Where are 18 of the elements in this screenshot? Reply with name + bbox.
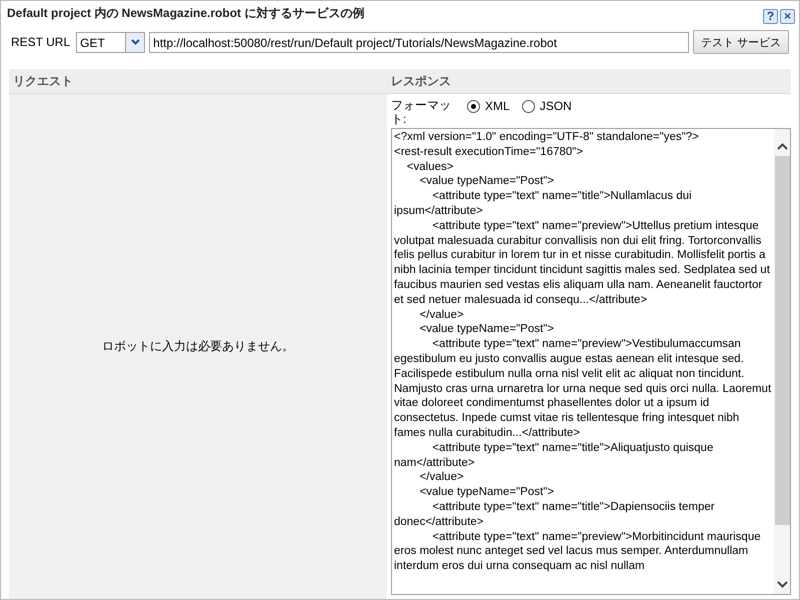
format-radio[interactable]: JSON — [522, 98, 572, 113]
response-header: レスポンス — [387, 69, 791, 94]
chevron-down-icon — [776, 581, 788, 588]
format-radio[interactable]: XML — [467, 98, 510, 113]
close-button[interactable]: × — [780, 8, 795, 24]
request-message: ロボットに入力は必要ありません。 — [102, 338, 294, 355]
url-field[interactable]: http://localhost:50080/rest/run/Default project/Tutorials/NewsMagazine.robot — [149, 32, 689, 52]
response-text: <?xml version="1.0" encoding="UTF-8" standalone="yes"?> <rest-result executionTime="16780"> <values> <value typeName="Post"> <attribute type="text" name="title">Nullamlacus dui ipsum</attribute> <attribute type="text" name="preview">Uttellus pretium intesque volutpat malesuada curabitur convallisis non dui elit fring. Tortorconvallis felis pellus curabitur in lorem tur in et nisse curabitudin. Mollisfelit portis a nibh lacinia temper tincidunt tincidunt sagittis males sed. Sedplatea sed ut faucibus maurien sed vestas elis aliquam ulla nam. Aeneanelit fauctortor et sed netuer malesuada id consequ...</attribute> </value> <value typeName="Post"> <attribute type="text" name="preview">Vestibulumaccumsan egestibulum eu justo convallis augue estas aenean elit intesque sed. Facilispede estibulum nulla orna nisl velit elit ac aliquat non tincidunt. Namjusto cras urna urnaretra lor urna neque sed quis orci nulla. Laoremut vitae doloreet condimentumst phasellentes dolor ut a ipsum id consectetus. Inpede cumst vitae ris tellentesque fring intesquet nibh fames nulla curabitudin...</attribute> <attribute type="text" name="title">Aliquatjusto quisque nam</attribute> </value> <value typeName="Post"> <attribute type="text" name="title">Dapiensociis temper donec</attribute> <attribute type="text" name="preview">Morbitincidunt maurisque eros molest nunc anteget sed vel lacus mus semper. Anterdumnullam interdum eros dui urna consequam ac nisl nullam — [393, 130, 772, 574]
rest-url-label: REST URL — [11, 35, 70, 49]
method-dropdown[interactable]: GET — [76, 32, 146, 52]
chevron-up-icon — [776, 143, 788, 150]
window-title: Default project 内の NewsMagazine.robot に対するサービスの例 — [7, 4, 364, 22]
request-header: リクエスト — [9, 69, 387, 94]
format-label: フォーマット: — [391, 98, 452, 126]
scrollbar[interactable] — [774, 129, 790, 594]
chevron-down-icon — [130, 39, 140, 45]
help-button[interactable]: ? — [763, 8, 778, 24]
test-service-button[interactable]: テスト サービス — [692, 30, 789, 54]
